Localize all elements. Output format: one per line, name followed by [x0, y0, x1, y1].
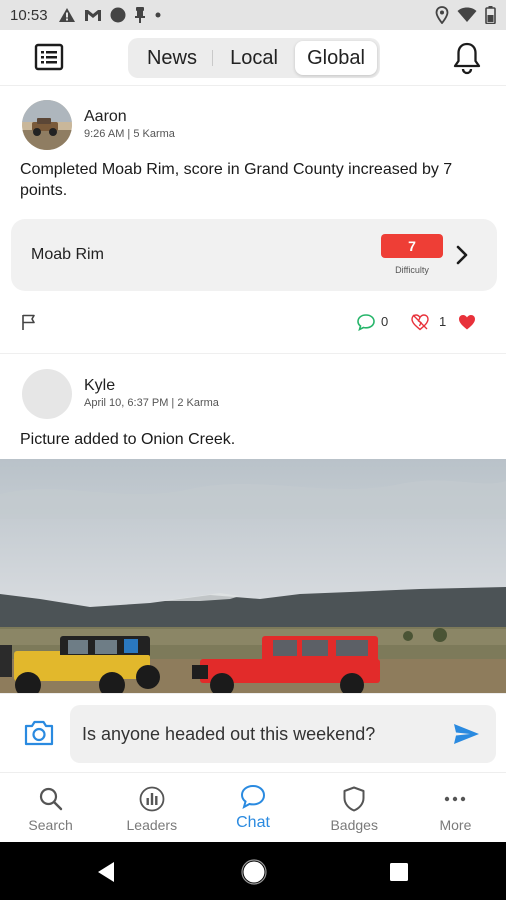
send-icon [454, 724, 479, 744]
tab-chat[interactable]: Chat [202, 773, 303, 842]
status-bar: 10:53 [0, 0, 506, 30]
status-time: 10:53 [10, 6, 48, 24]
chat-icon [240, 784, 266, 810]
post-author[interactable]: Kyle [84, 377, 115, 395]
post-text: Picture added to Onion Creek. [20, 431, 236, 448]
tab-news[interactable]: News [131, 41, 213, 75]
search-icon [39, 787, 62, 811]
status-left-icons [58, 7, 162, 23]
unlike-icon[interactable] [410, 313, 430, 331]
trail-card[interactable]: Moab Rim 7 Difficulty [11, 219, 497, 291]
leaders-icon [139, 786, 165, 812]
post-author[interactable]: Aaron [84, 108, 127, 126]
post-photo[interactable] [0, 459, 506, 693]
battery-icon [485, 6, 496, 24]
bottom-tab-bar: Search Leaders Chat Badges More [0, 772, 506, 842]
recent-apps-icon[interactable] [389, 862, 409, 882]
tab-more[interactable]: More [405, 773, 506, 842]
avatar[interactable] [22, 369, 72, 419]
wifi-icon [457, 7, 477, 22]
difficulty-badge: 7 [381, 234, 443, 258]
post-meta: 9:26 AM | 5 Karma [84, 128, 175, 140]
heart-icon[interactable] [457, 313, 477, 331]
message-composer [0, 693, 506, 772]
status-right-icons [435, 6, 496, 24]
tab-label: Badges [330, 817, 378, 833]
home-icon[interactable] [241, 859, 267, 885]
dot-icon [155, 12, 161, 18]
post-meta: April 10, 6:37 PM | 2 Karma [84, 397, 219, 409]
tab-label: More [439, 817, 472, 833]
bell-icon [453, 42, 481, 75]
system-navigation-bar [0, 842, 506, 900]
tab-leaders[interactable]: Leaders [101, 773, 202, 842]
flag-icon[interactable] [20, 313, 38, 331]
like-count: 1 [439, 314, 447, 329]
feed-post: Kyle April 10, 6:37 PM | 2 Karma Picture… [0, 354, 506, 693]
chevron-right-icon [456, 245, 468, 265]
tab-global[interactable]: Global [295, 41, 377, 75]
comment-count: 0 [381, 314, 389, 329]
tab-search[interactable]: Search [0, 773, 101, 842]
activity-feed[interactable]: Aaron 9:26 AM | 5 Karma Completed Moab R… [0, 86, 506, 693]
tab-label: Leaders [126, 817, 178, 833]
tab-label: Search [28, 817, 73, 833]
feed-post: Aaron 9:26 AM | 5 Karma Completed Moab R… [0, 86, 506, 354]
app-screen: 10:53 News Local Global Aaron 9:26 AM | … [0, 0, 506, 900]
difficulty-label: Difficulty [395, 265, 429, 275]
post-actions: 0 1 [0, 312, 506, 334]
list-icon [34, 43, 64, 71]
location-icon [435, 6, 449, 24]
message-input[interactable] [70, 705, 496, 763]
menu-button[interactable] [34, 43, 66, 73]
record-icon [110, 7, 126, 23]
badge-icon [343, 786, 365, 812]
camera-button[interactable] [23, 719, 55, 747]
post-text: Completed Moab Rim, score in Grand Count… [20, 161, 453, 199]
more-icon [445, 796, 466, 802]
camera-icon [24, 720, 54, 746]
comment-icon[interactable] [356, 313, 376, 331]
back-icon[interactable] [96, 861, 116, 883]
jeeps-landscape-image [0, 459, 506, 693]
tab-label: Chat [236, 814, 270, 831]
tab-local[interactable]: Local [213, 41, 295, 75]
avatar-photo [22, 100, 72, 150]
feed-segmented-control: News Local Global [128, 38, 380, 78]
notifications-button[interactable] [450, 41, 484, 75]
avatar[interactable] [22, 100, 72, 150]
trail-name: Moab Rim [31, 246, 104, 263]
alert-icon [58, 8, 75, 22]
gmail-icon [84, 10, 101, 21]
send-button[interactable] [452, 722, 480, 746]
pin-icon [134, 7, 145, 23]
tab-badges[interactable]: Badges [304, 773, 405, 842]
app-header: News Local Global [0, 30, 506, 86]
